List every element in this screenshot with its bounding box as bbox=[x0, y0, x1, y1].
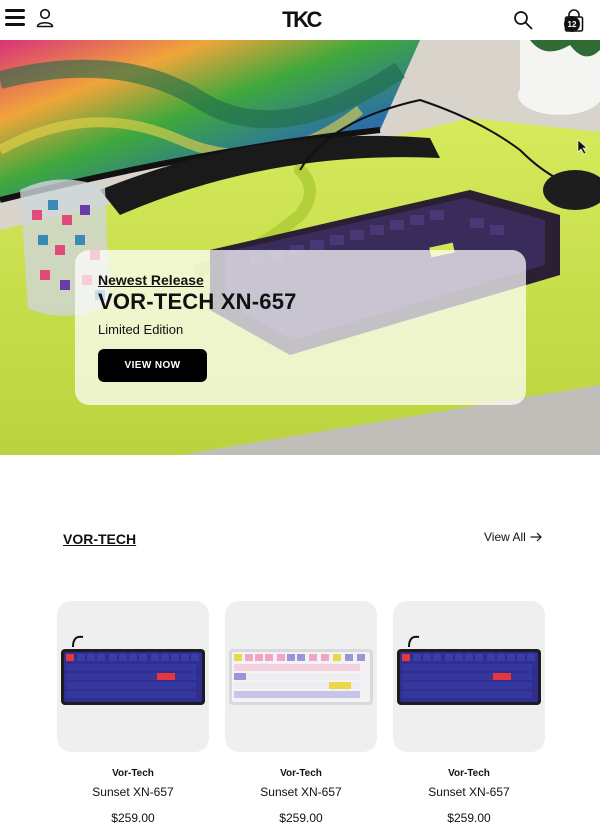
keyboard-navy-image bbox=[61, 635, 205, 705]
hero-banner: Newest Release VOR-TECH XN-657 Limited E… bbox=[0, 40, 600, 455]
product-card[interactable]: Vor-Tech Sunset XN-657 $259.00 bbox=[225, 601, 377, 825]
product-price: $259.00 bbox=[447, 811, 491, 825]
hero-title: VOR-TECH XN-657 bbox=[98, 289, 297, 314]
product-image[interactable] bbox=[393, 601, 545, 752]
tkc-logo[interactable]: TKC bbox=[276, 6, 326, 32]
product-name[interactable]: Sunset XN-657 bbox=[393, 785, 545, 799]
menu-icon[interactable] bbox=[5, 9, 25, 27]
product-image[interactable] bbox=[225, 601, 377, 752]
view-all-label: View All bbox=[484, 530, 526, 544]
user-icon[interactable] bbox=[36, 8, 54, 28]
product-image[interactable] bbox=[57, 601, 209, 752]
search-icon[interactable] bbox=[513, 10, 533, 30]
product-brand: Vor-Tech bbox=[280, 768, 322, 779]
hero-subtitle: Limited Edition bbox=[98, 322, 184, 337]
keyboard-pastel-image bbox=[229, 649, 373, 705]
svg-text:TKC: TKC bbox=[282, 7, 322, 32]
view-now-button[interactable]: VIEW NOW bbox=[98, 349, 207, 382]
product-name[interactable]: Sunset XN-657 bbox=[225, 785, 377, 799]
product-card[interactable]: Vor-Tech Sunset XN-657 $259.00 bbox=[393, 601, 545, 825]
hero-info-card: Newest Release VOR-TECH XN-657 Limited E… bbox=[75, 250, 526, 405]
arrow-right-icon bbox=[530, 532, 542, 542]
keyboard-navy-image bbox=[397, 635, 541, 705]
product-brand: Vor-Tech bbox=[112, 768, 154, 779]
product-card[interactable]: Vor-Tech Sunset XN-657 $259.00 bbox=[57, 601, 209, 825]
site-header: TKC 12 bbox=[0, 0, 600, 40]
product-price: $259.00 bbox=[279, 811, 323, 825]
hero-eyebrow: Newest Release bbox=[98, 272, 204, 288]
view-all-link[interactable]: View All bbox=[484, 530, 542, 544]
product-name[interactable]: Sunset XN-657 bbox=[57, 785, 209, 799]
cart-count-badge[interactable]: 12 bbox=[564, 16, 580, 32]
product-price: $259.00 bbox=[111, 811, 155, 825]
product-brand: Vor-Tech bbox=[448, 768, 490, 779]
section-title[interactable]: VOR-TECH bbox=[63, 531, 136, 547]
